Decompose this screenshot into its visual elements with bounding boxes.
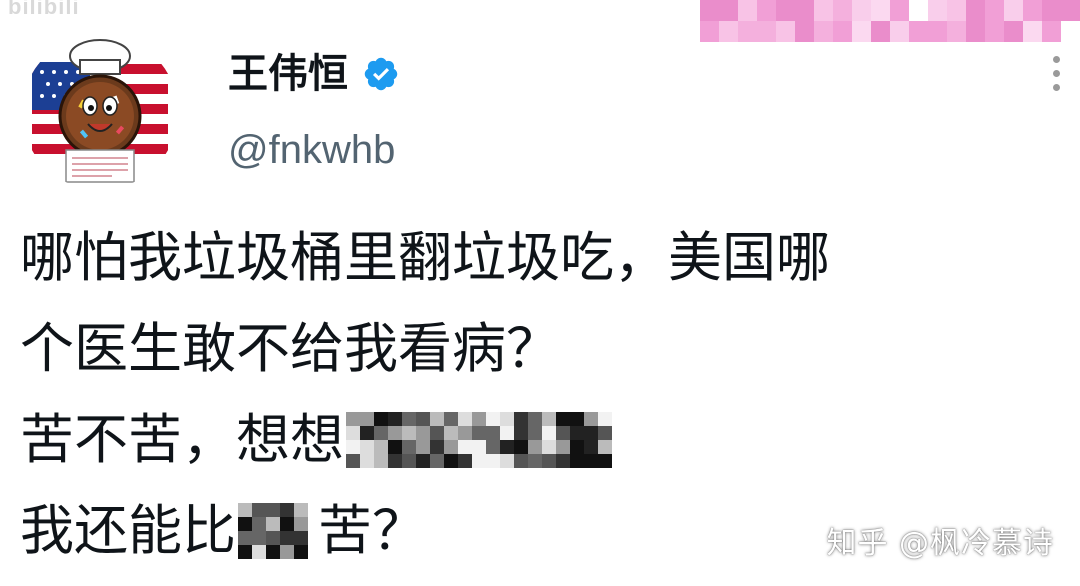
pixelated-banner [700,0,1080,42]
tweet-line-3: 苦不苦，想想 [20,394,1065,485]
user-handle[interactable]: @fnkwhb [228,126,400,174]
tweet-line-4-suffix: 苦？ [318,499,426,562]
verified-badge-icon [364,57,398,91]
donut-flag-avatar-icon [22,34,178,190]
pixelated-censor [346,411,616,468]
display-name[interactable]: 王伟恒 [228,44,348,104]
avatar[interactable] [22,34,178,190]
pixelated-censor [238,502,318,559]
profile-header: 王伟恒 @fnkwhb [228,44,400,174]
tweet-line-2: 个医生敢不给我看病？ [20,317,560,380]
top-watermark: bilibili [8,0,80,19]
tweet-line-1: 哪怕我垃圾桶里翻垃圾吃，美国哪 [20,226,830,289]
tweet-line-4-text: 我还能比 [20,499,236,562]
tweet-line-3-text: 苦不苦，想想 [20,408,344,471]
zhihu-watermark: 知乎 @枫冷慕诗 [826,526,1054,561]
more-options-icon[interactable] [1053,56,1060,91]
